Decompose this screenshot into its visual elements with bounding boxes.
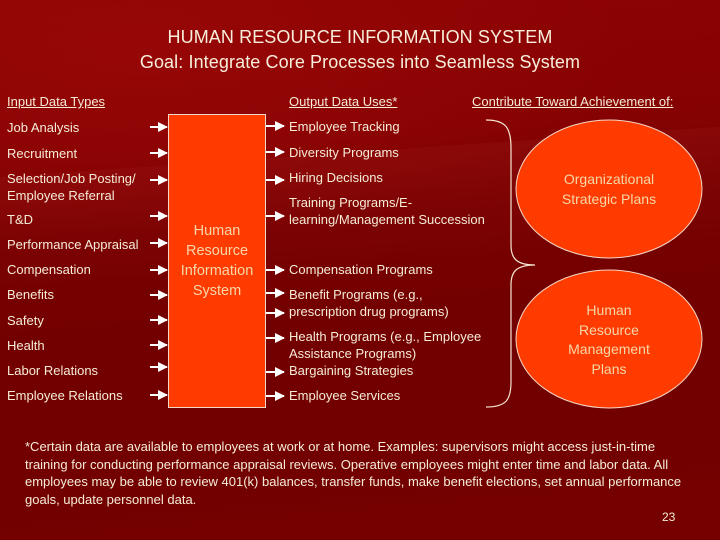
output-item: Bargaining Strategies xyxy=(289,363,414,378)
input-item: Benefits xyxy=(7,287,54,302)
output-item: Employee Services xyxy=(289,388,401,403)
input-item: Compensation xyxy=(7,262,91,277)
goal-label-line: Management xyxy=(568,341,650,357)
output-item: Employee Tracking xyxy=(289,119,400,134)
footnote: *Certain data are available to employees… xyxy=(25,439,682,507)
input-item: Safety xyxy=(7,313,44,328)
output-item: Health Programs (e.g., Employee Assistan… xyxy=(289,329,482,361)
output-item: Benefit Programs (e.g., prescription dru… xyxy=(289,287,449,319)
goal-label-line: Resource xyxy=(579,321,639,338)
output-arrows xyxy=(266,121,285,401)
input-item: Selection/Job Posting/ Employee Referral xyxy=(7,171,136,203)
input-arrows xyxy=(150,122,168,400)
hris-box-label-line: Human xyxy=(193,223,241,239)
goal-label-line: Plans xyxy=(591,360,627,377)
input-item: T&D xyxy=(7,212,33,227)
input-item: Employee Relations xyxy=(7,388,123,403)
input-item: Performance Appraisal xyxy=(7,237,139,252)
hris-box-label-line: Resource xyxy=(185,243,249,259)
goal-label-hrm-plans: Human Resource Management Plans xyxy=(516,301,702,379)
input-item: Labor Relations xyxy=(7,363,99,378)
goal-label-line: Human xyxy=(586,302,632,318)
output-item: Hiring Decisions xyxy=(289,170,383,185)
input-item: Recruitment xyxy=(7,146,78,161)
input-item: Job Analysis xyxy=(7,120,80,135)
hris-box-label-line: System xyxy=(192,283,242,299)
hris-box-label-line: Information xyxy=(180,263,254,279)
hris-box-label: Human Resource Information System xyxy=(168,221,266,301)
page-number: 23 xyxy=(662,510,676,524)
goal-label-org-strategic: Organizational Strategic Plans xyxy=(516,170,702,209)
goal-label-line: Strategic Plans xyxy=(561,190,657,207)
input-item: Health xyxy=(7,338,45,353)
output-item: Compensation Programs xyxy=(289,262,433,277)
output-item: Diversity Programs xyxy=(289,145,399,160)
goal-label-line: Organizational xyxy=(563,171,655,187)
output-item: Training Programs/E-learning/Management … xyxy=(289,195,485,227)
